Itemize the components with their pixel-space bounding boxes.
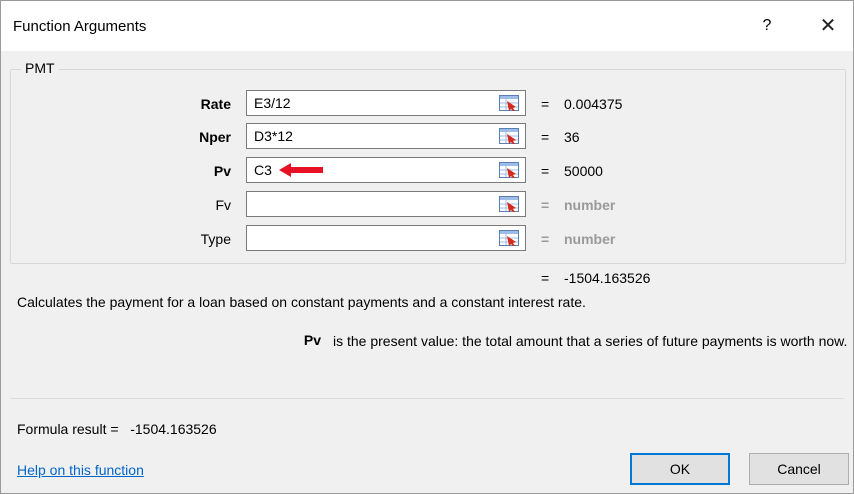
- help-link[interactable]: Help on this function: [17, 462, 144, 478]
- pv-range-selector-icon[interactable]: [495, 159, 523, 181]
- type-label: Type: [200, 231, 231, 247]
- type-result: = number: [541, 231, 616, 247]
- param-help-text: is the present value: the total amount t…: [333, 333, 848, 349]
- close-button[interactable]: ✕: [815, 13, 841, 39]
- rate-range-selector-icon[interactable]: [495, 92, 523, 114]
- nper-input[interactable]: [246, 123, 526, 149]
- rate-label: Rate: [200, 96, 231, 112]
- formula-result-label: Formula result =: [17, 421, 119, 437]
- function-description: Calculates the payment for a loan based …: [17, 294, 586, 310]
- nper-result: = 36: [541, 129, 580, 145]
- type-range-selector-icon[interactable]: [495, 227, 523, 249]
- rate-input[interactable]: [246, 90, 526, 116]
- fv-result: = number: [541, 197, 616, 213]
- formula-result: Formula result = -1504.163526: [17, 421, 217, 437]
- nper-label: Nper: [199, 129, 231, 145]
- function-result: = -1504.163526: [541, 270, 651, 286]
- formula-result-value: -1504.163526: [130, 421, 217, 437]
- param-help-name: Pv: [303, 332, 321, 348]
- type-input[interactable]: [246, 225, 526, 251]
- title-bar: Function Arguments ? ✕: [1, 1, 853, 51]
- cancel-button[interactable]: Cancel: [749, 453, 849, 485]
- ok-button[interactable]: OK: [630, 453, 730, 485]
- fv-label: Fv: [215, 197, 231, 213]
- function-arguments-dialog: Function Arguments ? ✕ PMT Rate =0.00437…: [0, 0, 854, 494]
- function-name-label: PMT: [21, 60, 59, 76]
- nper-range-selector-icon[interactable]: [495, 125, 523, 147]
- rate-result: = 0.004375: [541, 96, 623, 112]
- divider: [10, 398, 844, 399]
- help-button[interactable]: ?: [757, 14, 777, 38]
- pv-label: Pv: [213, 163, 231, 179]
- fv-input[interactable]: [246, 191, 526, 217]
- red-arrow-icon: [279, 163, 323, 177]
- pv-result: = 50000: [541, 163, 603, 179]
- dialog-title: Function Arguments: [13, 18, 147, 35]
- fv-range-selector-icon[interactable]: [495, 193, 523, 215]
